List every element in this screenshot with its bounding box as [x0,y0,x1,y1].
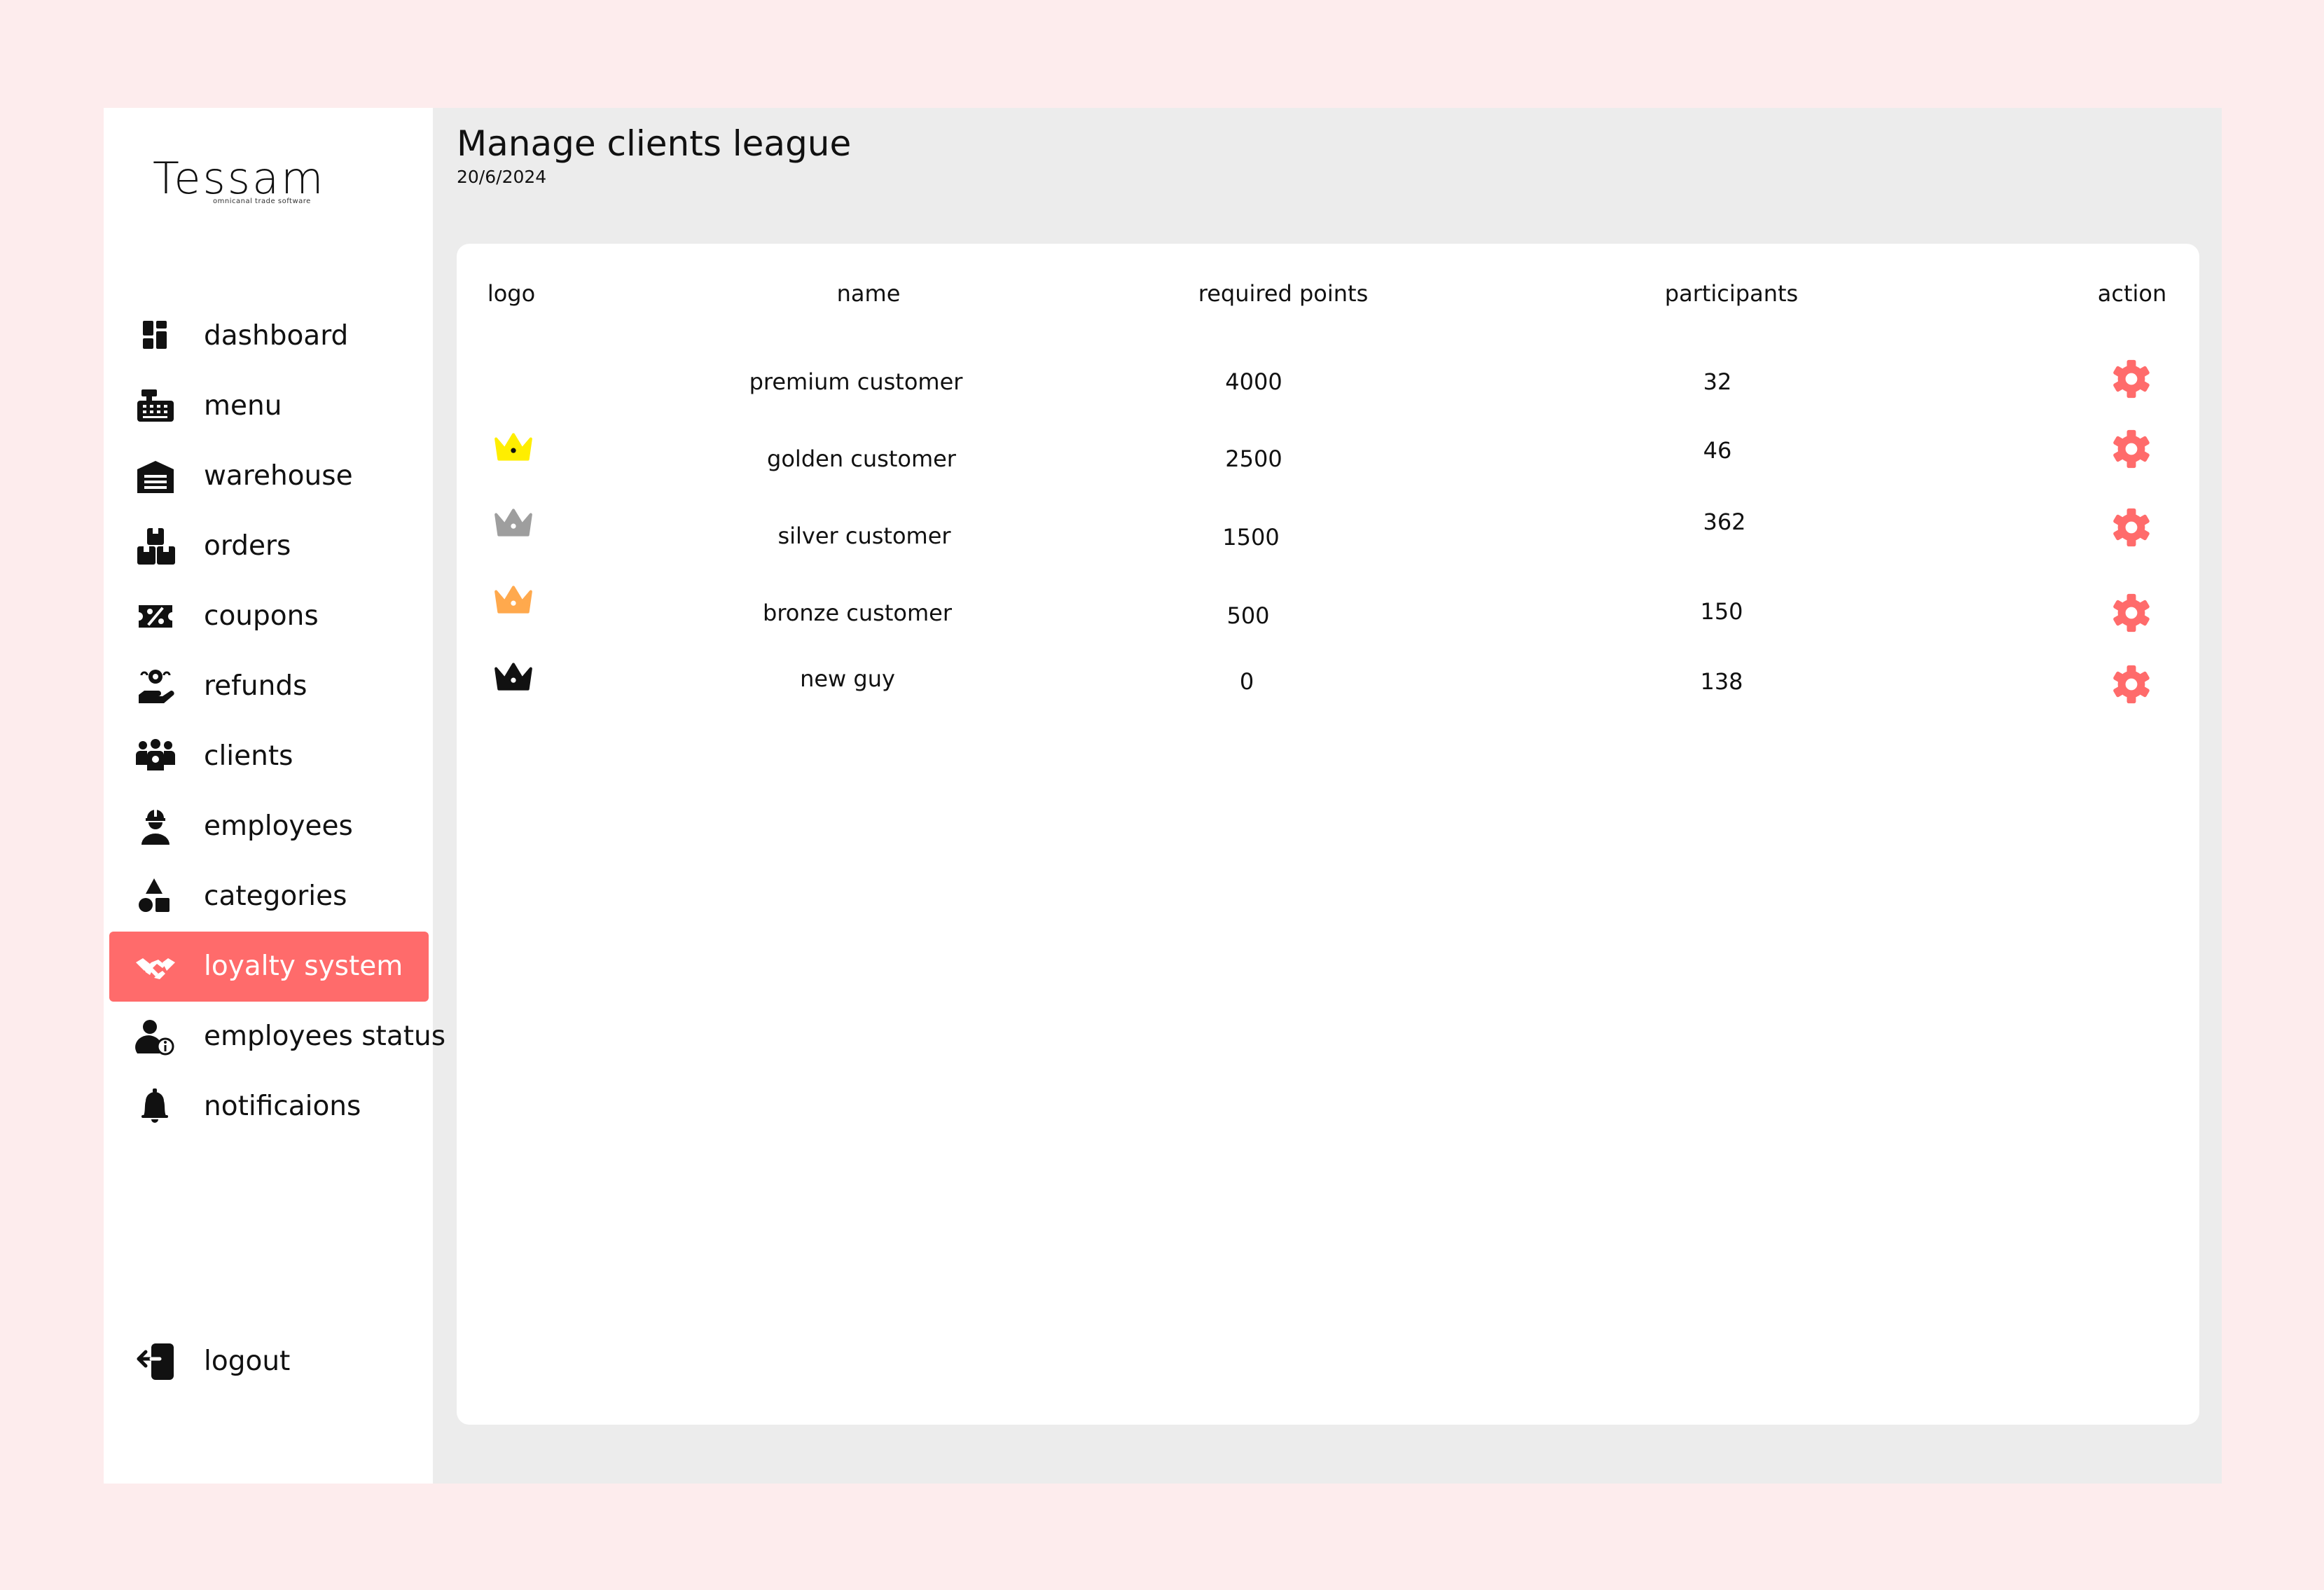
sidebar-item-label: orders [204,530,291,562]
column-header-action: action [2097,280,2167,307]
sidebar-item-label: employees status [204,1021,446,1052]
sidebar-item-orders[interactable]: orders [109,511,429,581]
logout-label: logout [204,1346,291,1377]
sidebar: Tessam omnicanal trade software dashboar… [104,108,445,1484]
participants-count: 138 [1700,668,1743,695]
participants-count: 32 [1703,368,1732,395]
required-points: 4000 [1225,368,1282,395]
sidebar-item-label: clients [204,740,293,772]
app-window: Tessam omnicanal trade software dashboar… [104,108,2222,1484]
clients-icon [134,737,177,776]
league-name: new guy [800,665,895,692]
sidebar-item-employees-status[interactable]: employees status [109,1002,445,1072]
refund-icon [134,667,177,706]
handshake-icon [134,947,177,986]
logout-icon [134,1342,177,1381]
sidebar-item-notifications[interactable]: notificaions [109,1072,429,1142]
leagues-table: logo name required points participants a… [457,244,2199,1425]
column-header-participants: participants [1664,280,1799,307]
brand-name: Tessam [153,153,326,204]
sidebar-item-dashboard[interactable]: dashboard [109,301,429,371]
sidebar-item-employees[interactable]: employees [109,791,429,862]
sidebar-item-label: loyalty system [204,950,403,982]
required-points: 500 [1226,602,1270,629]
sidebar-item-label: categories [204,880,347,912]
sidebar-item-clients[interactable]: clients [109,721,429,791]
settings-gear-icon[interactable] [2110,663,2153,706]
crown-icon [492,430,535,465]
sidebar-item-categories[interactable]: categories [109,862,429,932]
sidebar-item-label: employees [204,810,353,842]
cash-register-icon [134,387,177,426]
dashboard-icon [134,317,177,356]
settings-gear-icon[interactable] [2110,427,2153,471]
boxes-icon [134,527,177,566]
warehouse-icon [134,457,177,496]
crown-icon [492,506,535,541]
sidebar-item-coupons[interactable]: coupons [109,581,429,651]
participants-count: 150 [1700,598,1743,625]
sidebar-item-warehouse[interactable]: warehouse [109,441,429,511]
settings-gear-icon[interactable] [2110,591,2153,635]
sidebar-item-label: warehouse [204,460,353,492]
league-name: silver customer [777,523,951,549]
sidebar-item-menu[interactable]: menu [109,371,429,441]
sidebar-item-label: dashboard [204,320,349,352]
required-points: 1500 [1222,524,1280,551]
required-points: 0 [1239,668,1254,695]
participants-count: 46 [1703,437,1732,464]
worker-icon [134,807,177,846]
sidebar-item-label: menu [204,390,282,422]
league-name: bronze customer [763,600,952,626]
column-header-logo: logo [487,280,536,307]
participants-count: 362 [1703,509,1746,535]
page-title: Manage clients league [457,123,852,164]
bell-icon [134,1087,177,1126]
settings-gear-icon[interactable] [2110,506,2153,549]
column-header-required-points: required points [1198,280,1369,307]
sidebar-item-label: coupons [204,600,319,632]
sidebar-item-loyalty-system[interactable]: loyalty system [109,932,429,1002]
coupon-icon [134,597,177,636]
crown-icon [492,583,535,618]
column-header-name: name [836,280,901,307]
user-info-icon [134,1017,177,1056]
sidebar-item-label: refunds [204,670,307,702]
logout-button[interactable]: logout [109,1327,429,1397]
required-points: 2500 [1225,445,1282,472]
page-date: 20/6/2024 [457,167,547,187]
league-name: golden customer [767,445,956,472]
crown-icon [492,660,535,695]
shapes-icon [134,877,177,916]
brand-logo: Tessam omnicanal trade software [153,157,356,206]
sidebar-item-label: notificaions [204,1091,361,1122]
sidebar-item-refunds[interactable]: refunds [109,651,429,721]
settings-gear-icon[interactable] [2110,357,2153,401]
league-name: premium customer [749,368,963,395]
brand-tagline: omnicanal trade software [213,198,311,205]
